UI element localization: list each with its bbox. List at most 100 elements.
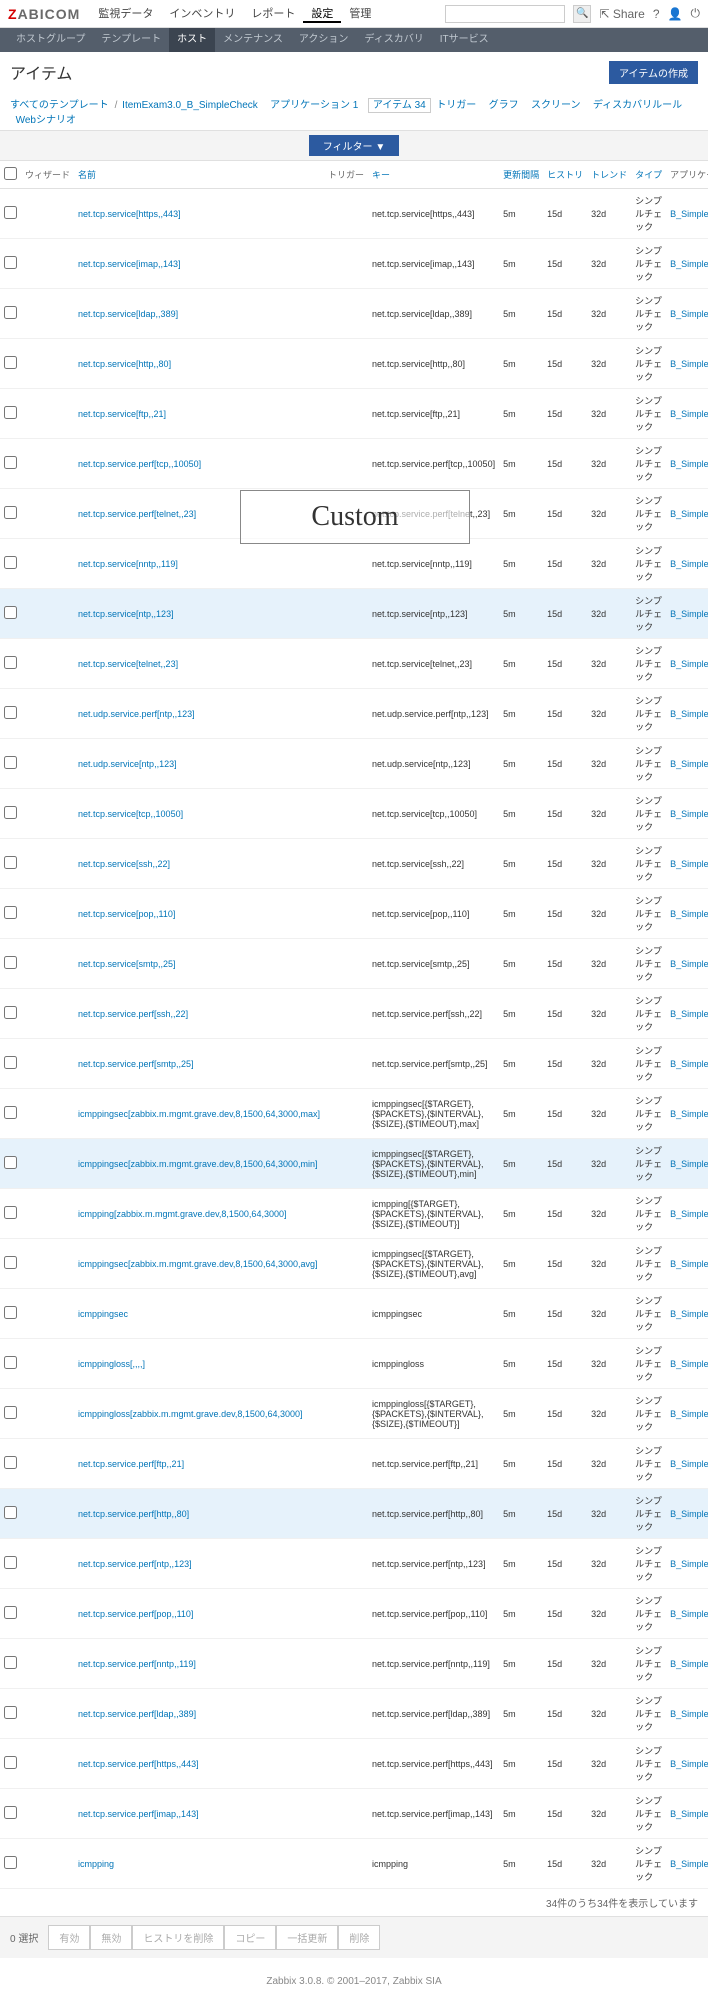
app-link[interactable]: B_SimpleCheck bbox=[670, 1259, 708, 1269]
app-link[interactable]: B_SimpleCheck bbox=[670, 209, 708, 219]
crumb-items[interactable]: アイテム 34 bbox=[368, 98, 431, 113]
app-link[interactable]: B_SimpleCheck bbox=[670, 709, 708, 719]
crumb-triggers[interactable]: トリガー bbox=[436, 100, 476, 111]
row-check[interactable] bbox=[4, 1256, 17, 1269]
app-link[interactable]: B_SimpleCheck bbox=[670, 1359, 708, 1369]
row-check[interactable] bbox=[4, 856, 17, 869]
app-link[interactable]: B_SimpleCheck bbox=[670, 1809, 708, 1819]
action-4[interactable]: 一括更新 bbox=[276, 1925, 338, 1950]
item-name-link[interactable]: icmppingsec[zabbix.m.mgmt.grave.dev,8,15… bbox=[78, 1259, 317, 1269]
item-name-link[interactable]: net.tcp.service[pop,,110] bbox=[78, 909, 175, 919]
app-link[interactable]: B_SimpleCheck bbox=[670, 909, 708, 919]
item-name-link[interactable]: net.tcp.service[nntp,,119] bbox=[78, 559, 178, 569]
crumb-template[interactable]: ItemExam3.0_B_SimpleCheck bbox=[122, 100, 258, 111]
col-key[interactable]: キー bbox=[368, 161, 499, 189]
app-link[interactable]: B_SimpleCheck bbox=[670, 1109, 708, 1119]
row-check[interactable] bbox=[4, 1556, 17, 1569]
row-check[interactable] bbox=[4, 1706, 17, 1719]
app-link[interactable]: B_SimpleCheck bbox=[670, 1309, 708, 1319]
app-link[interactable]: B_SimpleCheck bbox=[670, 1709, 708, 1719]
item-name-link[interactable]: net.tcp.service[telnet,,23] bbox=[78, 659, 178, 669]
row-check[interactable] bbox=[4, 1606, 17, 1619]
item-name-link[interactable]: icmppingsec[zabbix.m.mgmt.grave.dev,8,15… bbox=[78, 1159, 317, 1169]
row-check[interactable] bbox=[4, 456, 17, 469]
item-name-link[interactable]: net.tcp.service.perf[imap,,143] bbox=[78, 1809, 199, 1819]
row-check[interactable] bbox=[4, 1456, 17, 1469]
item-name-link[interactable]: net.tcp.service[http,,80] bbox=[78, 359, 171, 369]
app-link[interactable]: B_SimpleCheck bbox=[670, 609, 708, 619]
item-name-link[interactable]: net.tcp.service[tcp,,10050] bbox=[78, 809, 183, 819]
action-3[interactable]: コピー bbox=[224, 1925, 276, 1950]
item-name-link[interactable]: net.tcp.service.perf[ldap,,389] bbox=[78, 1709, 196, 1719]
row-check[interactable] bbox=[4, 1406, 17, 1419]
item-name-link[interactable]: icmppingloss[,,,,] bbox=[78, 1359, 145, 1369]
share-link[interactable]: ⇱ Share bbox=[599, 7, 644, 21]
app-link[interactable]: B_SimpleCheck bbox=[670, 759, 708, 769]
app-link[interactable]: B_SimpleCheck bbox=[670, 809, 708, 819]
item-name-link[interactable]: net.tcp.service.perf[telnet,,23] bbox=[78, 509, 196, 519]
row-check[interactable] bbox=[4, 1306, 17, 1319]
col-name[interactable]: 名前 bbox=[74, 161, 324, 189]
row-check[interactable] bbox=[4, 1206, 17, 1219]
row-check[interactable] bbox=[4, 556, 17, 569]
app-link[interactable]: B_SimpleCheck bbox=[670, 1509, 708, 1519]
item-name-link[interactable]: net.tcp.service[ldap,,389] bbox=[78, 309, 178, 319]
item-name-link[interactable]: icmppingsec[zabbix.m.mgmt.grave.dev,8,15… bbox=[78, 1109, 320, 1119]
row-check[interactable] bbox=[4, 1756, 17, 1769]
top-nav-4[interactable]: 管理 bbox=[341, 5, 379, 23]
app-link[interactable]: B_SimpleCheck bbox=[670, 559, 708, 569]
item-name-link[interactable]: net.udp.service.perf[ntp,,123] bbox=[78, 709, 195, 719]
crumb-graphs[interactable]: グラフ bbox=[489, 100, 519, 111]
app-link[interactable]: B_SimpleCheck bbox=[670, 1409, 708, 1419]
row-check[interactable] bbox=[4, 606, 17, 619]
row-check[interactable] bbox=[4, 656, 17, 669]
row-check[interactable] bbox=[4, 406, 17, 419]
row-check[interactable] bbox=[4, 506, 17, 519]
top-nav-1[interactable]: インベントリ bbox=[161, 5, 243, 23]
item-name-link[interactable]: icmpping bbox=[78, 1859, 114, 1869]
crumb-screens[interactable]: スクリーン bbox=[531, 100, 581, 111]
app-link[interactable]: B_SimpleCheck bbox=[670, 409, 708, 419]
col-type[interactable]: タイプ bbox=[631, 161, 666, 189]
check-all[interactable] bbox=[4, 167, 17, 180]
row-check[interactable] bbox=[4, 306, 17, 319]
app-link[interactable]: B_SimpleCheck bbox=[670, 959, 708, 969]
col-history[interactable]: ヒストリ bbox=[543, 161, 587, 189]
row-check[interactable] bbox=[4, 756, 17, 769]
row-check[interactable] bbox=[4, 1856, 17, 1869]
sub-nav-1[interactable]: テンプレート bbox=[93, 28, 169, 52]
create-item-button[interactable]: アイテムの作成 bbox=[609, 61, 698, 84]
row-check[interactable] bbox=[4, 1106, 17, 1119]
app-link[interactable]: B_SimpleCheck bbox=[670, 309, 708, 319]
crumb-application[interactable]: アプリケーション 1 bbox=[270, 100, 358, 111]
power-icon[interactable]: ⏻ bbox=[691, 6, 701, 21]
row-check[interactable] bbox=[4, 1806, 17, 1819]
row-check[interactable] bbox=[4, 706, 17, 719]
row-check[interactable] bbox=[4, 806, 17, 819]
action-1[interactable]: 無効 bbox=[90, 1925, 132, 1950]
item-name-link[interactable]: net.tcp.service[https,,443] bbox=[78, 209, 181, 219]
row-check[interactable] bbox=[4, 906, 17, 919]
row-check[interactable] bbox=[4, 956, 17, 969]
sub-nav-5[interactable]: ディスカバリ bbox=[356, 28, 431, 52]
row-check[interactable] bbox=[4, 256, 17, 269]
item-name-link[interactable]: icmpping[zabbix.m.mgmt.grave.dev,8,1500,… bbox=[78, 1209, 286, 1219]
crumb-web[interactable]: Webシナリオ bbox=[16, 115, 76, 126]
item-name-link[interactable]: net.tcp.service.perf[ssh,,22] bbox=[78, 1009, 188, 1019]
item-name-link[interactable]: net.tcp.service[imap,,143] bbox=[78, 259, 181, 269]
help-icon[interactable]: ? bbox=[653, 7, 660, 21]
app-link[interactable]: B_SimpleCheck bbox=[670, 1009, 708, 1019]
row-check[interactable] bbox=[4, 1356, 17, 1369]
item-name-link[interactable]: net.tcp.service.perf[tcp,,10050] bbox=[78, 459, 201, 469]
row-check[interactable] bbox=[4, 1156, 17, 1169]
search-button[interactable]: 🔍 bbox=[573, 5, 591, 23]
row-check[interactable] bbox=[4, 1056, 17, 1069]
app-link[interactable]: B_SimpleCheck bbox=[670, 1059, 708, 1069]
item-name-link[interactable]: net.tcp.service.perf[ntp,,123] bbox=[78, 1559, 192, 1569]
item-name-link[interactable]: net.tcp.service[smtp,,25] bbox=[78, 959, 176, 969]
app-link[interactable]: B_SimpleCheck bbox=[670, 259, 708, 269]
action-5[interactable]: 削除 bbox=[338, 1925, 380, 1950]
app-link[interactable]: B_SimpleCheck bbox=[670, 859, 708, 869]
col-trend[interactable]: トレンド bbox=[587, 161, 631, 189]
col-interval[interactable]: 更新間隔 bbox=[499, 161, 543, 189]
